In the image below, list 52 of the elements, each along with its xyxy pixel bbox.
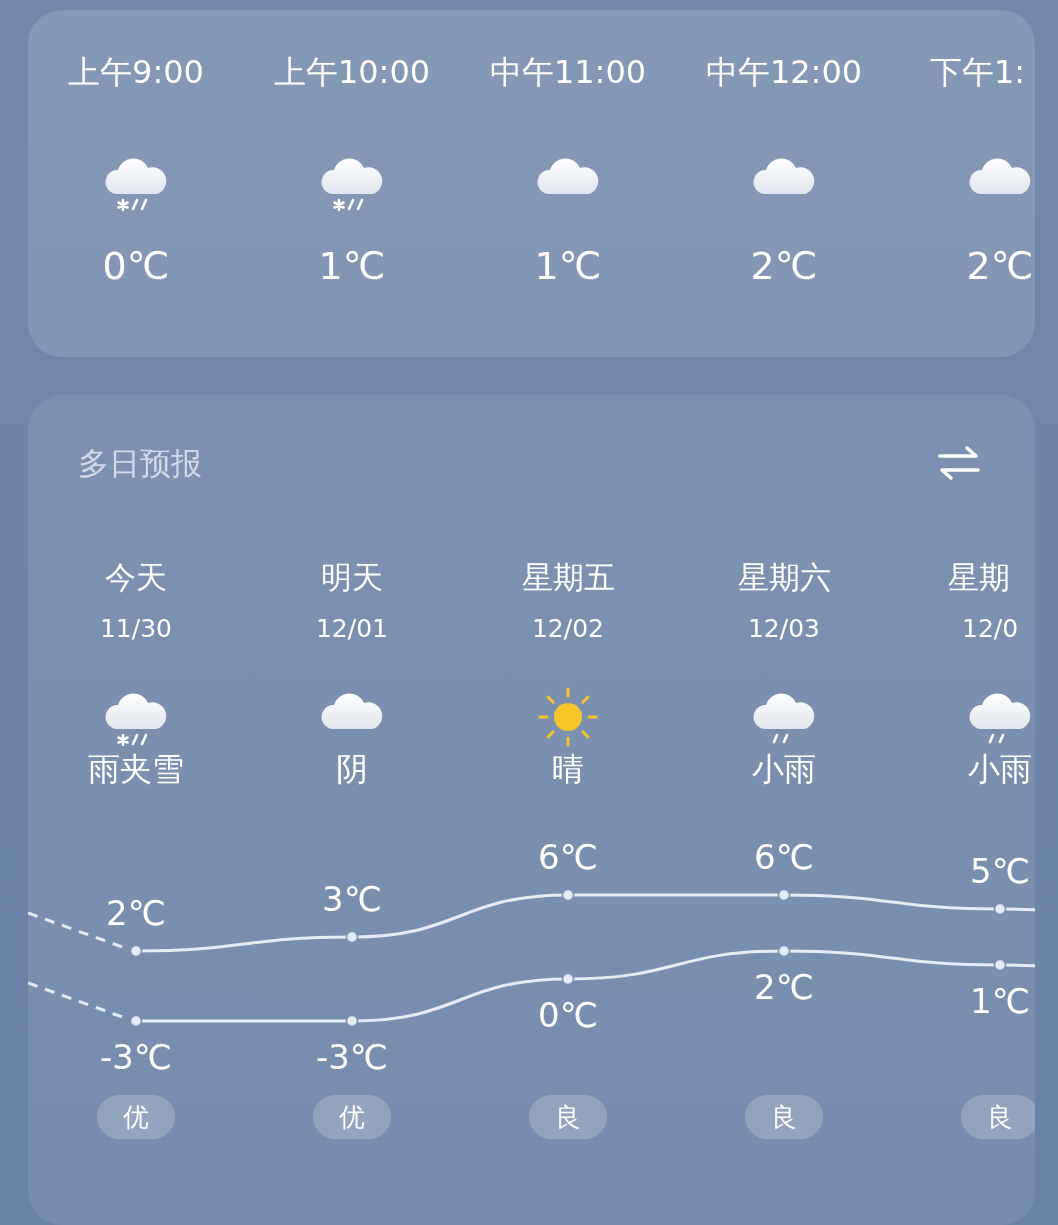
air-quality-badge: 良 (961, 1095, 1035, 1139)
day-label: 明天 (321, 558, 383, 597)
temperature-text: 2℃ (966, 244, 1034, 288)
data-point (993, 902, 1007, 916)
data-point (777, 888, 791, 902)
data-point (345, 930, 359, 944)
data-point (561, 972, 575, 986)
temperature-text: 1℃ (534, 244, 602, 288)
day-label: 星期五 (521, 558, 615, 597)
time-label: 上午9:00 (68, 52, 204, 92)
section-title: 多日预报 (78, 444, 202, 483)
data-point (993, 958, 1007, 972)
temperature-label: 5℃ (970, 851, 1030, 891)
data-point (777, 944, 791, 958)
date-label: 11/30 (99, 613, 172, 645)
swap-icon[interactable] (937, 445, 981, 481)
condition-text: 晴 (552, 749, 584, 789)
temperature-label: 1℃ (970, 981, 1030, 1021)
day-label: 今天 (105, 558, 167, 597)
temperature-label: 3℃ (322, 879, 382, 919)
temperature-label: 2℃ (106, 893, 166, 933)
air-quality-badge: 优 (97, 1095, 175, 1139)
date-label: 12/03 (747, 613, 820, 645)
date-label: 12/02 (531, 613, 604, 645)
time-label: 中午11:00 (489, 52, 647, 92)
air-quality-badge: 良 (529, 1095, 607, 1139)
condition-text: 阴 (336, 749, 368, 789)
data-point (129, 1014, 143, 1028)
temperature-label: 6℃ (538, 837, 598, 877)
date-label: 12/01 (315, 613, 388, 645)
temperature-label: 2℃ (754, 967, 814, 1007)
temperature-label: 0℃ (538, 995, 598, 1035)
time-label: 下午1: (929, 52, 1026, 92)
temperature-label: 6℃ (754, 837, 814, 877)
temperature-label: -3℃ (315, 1037, 389, 1077)
condition-text: 小雨 (752, 749, 816, 789)
time-label: 上午10:00 (273, 52, 431, 92)
date-label: 12/0 (961, 613, 1019, 645)
condition-text: 雨夹雪 (88, 749, 184, 789)
temperature-text: 2℃ (750, 244, 818, 288)
data-point (129, 944, 143, 958)
temperature-label: -3℃ (99, 1037, 173, 1077)
temperature-text: 1℃ (318, 244, 386, 288)
data-point (561, 888, 575, 902)
day-label: 星期六 (737, 558, 831, 597)
air-quality-badge: 良 (745, 1095, 823, 1139)
temperature-text: 0℃ (102, 244, 170, 288)
time-label: 中午12:00 (705, 52, 863, 92)
data-point (345, 1014, 359, 1028)
air-quality-badge: 优 (313, 1095, 391, 1139)
condition-text: 小雨 (968, 749, 1032, 789)
day-label: 星期 (947, 558, 1010, 597)
